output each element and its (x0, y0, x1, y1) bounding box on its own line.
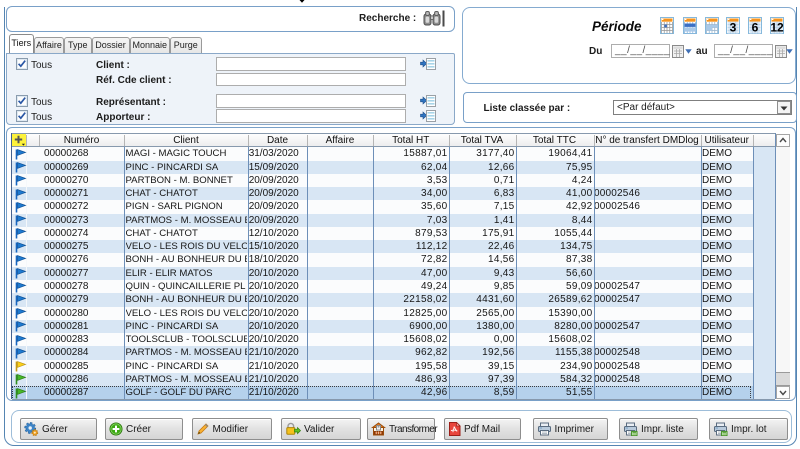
svg-text:12: 12 (770, 21, 784, 35)
svg-text:6: 6 (751, 21, 758, 35)
svg-text:3: 3 (730, 21, 737, 35)
